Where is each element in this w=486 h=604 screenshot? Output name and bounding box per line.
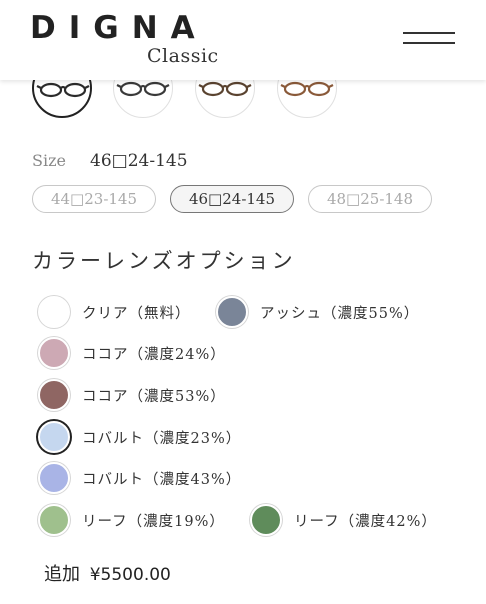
lens-option-leaf-42[interactable]: リーフ（濃度42%）	[248, 504, 437, 536]
size-option-46[interactable]: 46□24-145	[170, 185, 294, 213]
lens-swatch	[38, 379, 70, 411]
additional-price: 追加 ¥5500.00	[44, 560, 171, 586]
glasses-icon	[198, 81, 252, 97]
hamburger-menu-icon[interactable]	[400, 28, 458, 52]
menu-line	[403, 32, 455, 34]
price-label: 追加	[44, 564, 80, 585]
lens-swatch	[38, 462, 70, 494]
lens-swatch	[38, 296, 70, 328]
lens-option-cocoa-53[interactable]: ココア（濃度53%）	[36, 379, 226, 411]
lens-option-clear[interactable]: クリア（無料）	[36, 296, 191, 328]
glasses-icon	[36, 82, 90, 98]
lens-label: コバルト（濃度23%）	[82, 430, 242, 447]
size-option-48[interactable]: 48□25-148	[308, 185, 432, 213]
lens-label: アッシュ（濃度55%）	[260, 305, 420, 322]
lens-swatch	[38, 421, 70, 453]
lens-option-leaf-19[interactable]: リーフ（濃度19%）	[36, 504, 225, 536]
lens-label: リーフ（濃度42%）	[294, 513, 437, 530]
lens-option-ash-55[interactable]: アッシュ（濃度55%）	[214, 296, 419, 328]
glasses-icon	[116, 81, 170, 97]
price-value: ¥5500.00	[89, 565, 171, 585]
lens-swatch	[216, 296, 248, 328]
size-row: Size 46□24-145	[32, 151, 188, 171]
current-size-value: 46□24-145	[90, 151, 188, 171]
size-label: Size	[32, 151, 66, 170]
lens-label: ココア（濃度53%）	[82, 388, 226, 405]
glasses-icon	[280, 81, 334, 97]
menu-line	[403, 42, 455, 44]
lens-swatch	[250, 504, 282, 536]
lens-option-cobalt-43[interactable]: コバルト（濃度43%）	[36, 462, 241, 494]
brand-logo[interactable]: DIGNA	[30, 10, 208, 46]
lens-label: クリア（無料）	[82, 305, 191, 322]
lens-label: リーフ（濃度19%）	[82, 513, 225, 530]
size-option-44[interactable]: 44□23-145	[32, 185, 156, 213]
lens-swatch	[38, 337, 70, 369]
color-lens-section-title: カラーレンズオプション	[32, 249, 296, 273]
lens-option-cobalt-23[interactable]: コバルト（濃度23%）	[36, 421, 241, 453]
lens-swatch	[38, 504, 70, 536]
lens-label: ココア（濃度24%）	[82, 346, 226, 363]
lens-option-cocoa-24[interactable]: ココア（濃度24%）	[36, 337, 226, 369]
site-header: DIGNA Classic	[0, 0, 486, 80]
lens-label: コバルト（濃度43%）	[82, 471, 242, 488]
brand-subtitle: Classic	[147, 45, 219, 67]
